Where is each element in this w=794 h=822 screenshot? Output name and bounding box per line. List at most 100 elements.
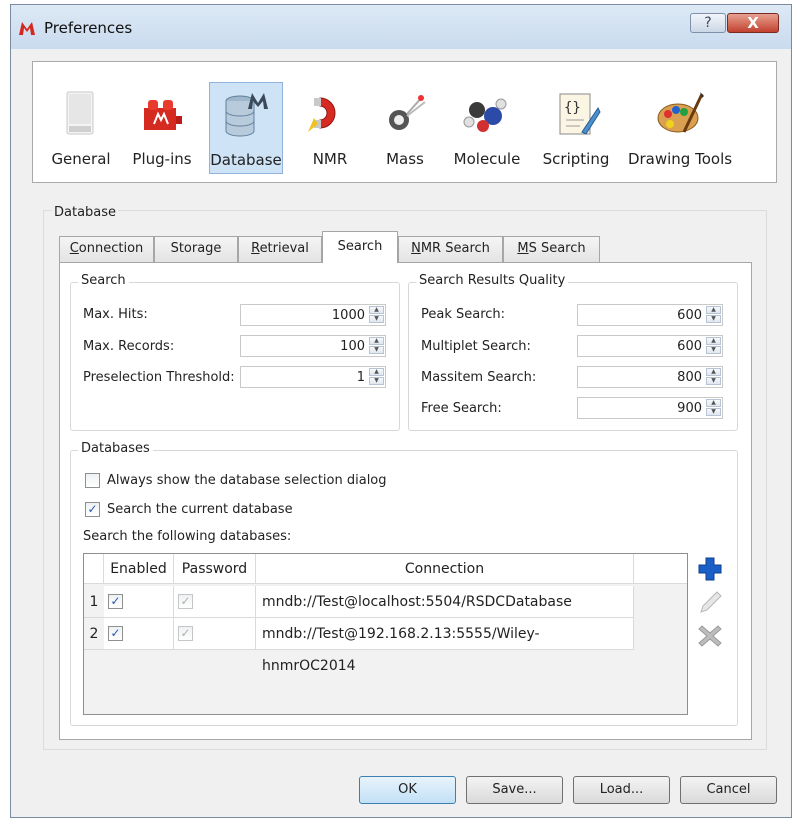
always-show-label[interactable]: Always show the database selection dialo… xyxy=(107,473,387,488)
nav-item-mass[interactable]: Mass xyxy=(375,82,435,174)
edit-database-button[interactable] xyxy=(697,590,723,616)
spin-arrows-icon[interactable]: ▲ ▼ xyxy=(706,306,721,324)
scripting-icon: {} xyxy=(550,88,602,140)
tab-ms-search-label: S Search xyxy=(528,241,586,256)
column-header-connection[interactable]: Connection xyxy=(256,554,634,584)
spin-arrows-icon[interactable]: ▲ ▼ xyxy=(706,337,721,355)
table-row-connection-cell[interactable]: mndb://Test@localhost:5504/RSDCDatabase xyxy=(256,586,634,618)
mass-icon xyxy=(379,88,431,140)
free-search-spinbox[interactable]: 900 ▲ ▼ xyxy=(577,397,723,419)
general-icon xyxy=(55,88,107,140)
peak-search-label: Peak Search: xyxy=(421,307,506,322)
nav-label-general: General xyxy=(51,150,111,168)
cancel-button[interactable]: Cancel xyxy=(680,776,777,804)
search-current-label[interactable]: Search the current database xyxy=(107,502,293,517)
row-number[interactable]: 1 xyxy=(84,586,104,618)
database-icon xyxy=(220,89,272,141)
delete-database-button[interactable] xyxy=(697,623,723,649)
tab-connection-label: onnection xyxy=(78,241,144,256)
close-button[interactable]: X xyxy=(727,13,779,33)
nav-item-database[interactable]: Database xyxy=(209,82,283,174)
always-show-checkbox[interactable] xyxy=(85,473,100,488)
row-password-checkbox: ✓ xyxy=(178,626,193,641)
nav-label-plugins: Plug-ins xyxy=(132,150,192,168)
add-database-button[interactable] xyxy=(697,556,723,582)
nav-item-general[interactable]: General xyxy=(45,82,117,174)
max-records-spinbox[interactable]: 100 ▲ ▼ xyxy=(240,335,386,357)
tab-storage-label: Storage xyxy=(170,241,222,256)
search-group-label: Search xyxy=(78,273,129,288)
help-button[interactable]: ? xyxy=(690,13,726,33)
spin-arrows-icon[interactable]: ▲ ▼ xyxy=(369,368,384,386)
tab-retrieval-label: etrieval xyxy=(259,241,309,256)
nav-label-nmr: NMR xyxy=(312,150,348,168)
tab-storage[interactable]: Storage xyxy=(154,236,238,262)
spin-arrows-icon[interactable]: ▲ ▼ xyxy=(706,399,721,417)
tab-ms-search[interactable]: MS Search xyxy=(503,236,600,262)
max-hits-label: Max. Hits: xyxy=(83,307,148,322)
load-button-label: Load... xyxy=(599,782,644,797)
row-enabled-checkbox[interactable]: ✓ xyxy=(108,594,123,609)
tab-search[interactable]: Search xyxy=(322,231,398,263)
drawing-tools-icon xyxy=(654,88,706,140)
tab-connection[interactable]: Connection xyxy=(59,236,154,262)
save-button[interactable]: Save... xyxy=(466,776,563,804)
tab-nmr-search-label: MR Search xyxy=(420,241,490,256)
nav-item-scripting[interactable]: {} Scripting xyxy=(537,82,615,174)
max-hits-value: 1000 xyxy=(331,308,365,323)
massitem-search-value: 800 xyxy=(677,370,702,385)
spin-arrows-icon[interactable]: ▲ ▼ xyxy=(369,306,384,324)
tab-nmr-search-mnemonic: N xyxy=(411,241,421,256)
row-enabled-checkbox[interactable]: ✓ xyxy=(108,626,123,641)
nav-item-plugins[interactable]: Plug-ins xyxy=(127,82,197,174)
database-group-label: Database xyxy=(52,205,119,220)
spin-arrows-icon[interactable]: ▲ ▼ xyxy=(369,337,384,355)
peak-search-spinbox[interactable]: 600 ▲ ▼ xyxy=(577,304,723,326)
nav-item-drawing-tools[interactable]: Drawing Tools xyxy=(625,82,735,174)
table-row-password-cell[interactable]: ✓ xyxy=(174,618,256,650)
load-button[interactable]: Load... xyxy=(573,776,670,804)
tab-retrieval[interactable]: Retrieval xyxy=(238,236,322,262)
search-following-label: Search the following databases: xyxy=(83,529,292,544)
pencil-icon xyxy=(700,591,722,613)
max-records-label: Max. Records: xyxy=(83,339,175,354)
search-current-checkbox[interactable]: ✓ xyxy=(85,502,100,517)
table-row-password-cell[interactable]: ✓ xyxy=(174,586,256,618)
preselection-threshold-value: 1 xyxy=(356,370,365,385)
table-corner xyxy=(84,554,104,584)
massitem-search-label: Massitem Search: xyxy=(421,370,537,385)
multiplet-search-value: 600 xyxy=(677,339,702,354)
row-number[interactable]: 2 xyxy=(84,618,104,650)
nav-item-nmr[interactable]: NMR xyxy=(295,82,365,174)
massitem-search-spinbox[interactable]: 800 ▲ ▼ xyxy=(577,366,723,388)
app-logo-icon xyxy=(18,20,36,36)
spin-arrows-icon[interactable]: ▲ ▼ xyxy=(706,368,721,386)
column-header-password[interactable]: Password xyxy=(174,554,256,584)
table-row-enabled-cell[interactable]: ✓ xyxy=(104,586,174,618)
nav-label-database: Database xyxy=(210,151,282,169)
table-row-connection-cell[interactable]: mndb://Test@192.168.2.13:5555/Wiley-hnmr… xyxy=(256,618,634,674)
nmr-icon xyxy=(304,88,356,140)
max-records-value: 100 xyxy=(340,339,365,354)
ok-button[interactable]: OK xyxy=(359,776,456,804)
preselection-threshold-label: Preselection Threshold: xyxy=(83,370,235,385)
save-button-label: Save... xyxy=(492,782,537,797)
tab-retrieval-mnemonic: R xyxy=(251,241,260,256)
table-row-enabled-cell[interactable]: ✓ xyxy=(104,618,174,650)
plugins-icon xyxy=(136,88,188,140)
nav-item-molecule[interactable]: Molecule xyxy=(445,82,529,174)
category-panel: General Plug-ins Database NMR Mass Molec… xyxy=(32,61,777,183)
tab-connection-mnemonic: C xyxy=(69,241,79,256)
tab-nmr-search[interactable]: NMR Search xyxy=(398,236,503,262)
preselection-threshold-spinbox[interactable]: 1 ▲ ▼ xyxy=(240,366,386,388)
molecule-icon xyxy=(461,88,513,140)
row-password-checkbox: ✓ xyxy=(178,594,193,609)
tab-search-label: Search xyxy=(337,239,383,254)
multiplet-search-spinbox[interactable]: 600 ▲ ▼ xyxy=(577,335,723,357)
window-title: Preferences xyxy=(44,19,133,37)
databases-group-label: Databases xyxy=(78,441,153,456)
column-header-enabled[interactable]: Enabled xyxy=(104,554,174,584)
delete-x-icon xyxy=(698,625,722,647)
plus-icon xyxy=(698,557,722,581)
max-hits-spinbox[interactable]: 1000 ▲ ▼ xyxy=(240,304,386,326)
